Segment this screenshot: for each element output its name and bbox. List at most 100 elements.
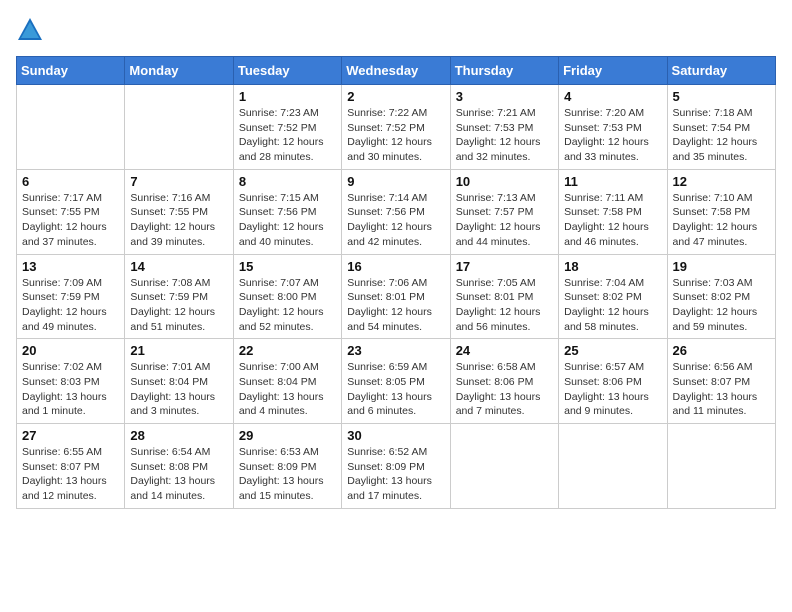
calendar-day-cell bbox=[559, 424, 667, 509]
calendar-day-cell: 27 Sunrise: 6:55 AM Sunset: 8:07 PM Dayli… bbox=[17, 424, 125, 509]
calendar-day-cell: 6 Sunrise: 7:17 AM Sunset: 7:55 PM Daylig… bbox=[17, 169, 125, 254]
day-info: Sunrise: 7:10 AM Sunset: 7:58 PM Dayligh… bbox=[673, 191, 770, 250]
calendar-day-cell: 16 Sunrise: 7:06 AM Sunset: 8:01 PM Dayli… bbox=[342, 254, 450, 339]
day-number: 1 bbox=[239, 89, 336, 104]
day-info: Sunrise: 6:58 AM Sunset: 8:06 PM Dayligh… bbox=[456, 360, 553, 419]
day-info: Sunrise: 7:06 AM Sunset: 8:01 PM Dayligh… bbox=[347, 276, 444, 335]
day-number: 16 bbox=[347, 259, 444, 274]
calendar-header-row: SundayMondayTuesdayWednesdayThursdayFrid… bbox=[17, 57, 776, 85]
day-info: Sunrise: 7:07 AM Sunset: 8:00 PM Dayligh… bbox=[239, 276, 336, 335]
calendar-day-header: Monday bbox=[125, 57, 233, 85]
calendar-day-cell: 24 Sunrise: 6:58 AM Sunset: 8:06 PM Dayli… bbox=[450, 339, 558, 424]
day-number: 4 bbox=[564, 89, 661, 104]
calendar-day-cell bbox=[125, 85, 233, 170]
day-info: Sunrise: 7:11 AM Sunset: 7:58 PM Dayligh… bbox=[564, 191, 661, 250]
logo bbox=[16, 16, 48, 44]
calendar-day-cell: 8 Sunrise: 7:15 AM Sunset: 7:56 PM Daylig… bbox=[233, 169, 341, 254]
day-number: 26 bbox=[673, 343, 770, 358]
day-number: 22 bbox=[239, 343, 336, 358]
calendar-day-header: Thursday bbox=[450, 57, 558, 85]
day-number: 6 bbox=[22, 174, 119, 189]
calendar-day-cell: 29 Sunrise: 6:53 AM Sunset: 8:09 PM Dayli… bbox=[233, 424, 341, 509]
calendar-day-cell: 28 Sunrise: 6:54 AM Sunset: 8:08 PM Dayli… bbox=[125, 424, 233, 509]
day-number: 25 bbox=[564, 343, 661, 358]
calendar-day-cell: 10 Sunrise: 7:13 AM Sunset: 7:57 PM Dayli… bbox=[450, 169, 558, 254]
calendar-day-cell bbox=[667, 424, 775, 509]
calendar-day-cell: 19 Sunrise: 7:03 AM Sunset: 8:02 PM Dayli… bbox=[667, 254, 775, 339]
day-info: Sunrise: 6:55 AM Sunset: 8:07 PM Dayligh… bbox=[22, 445, 119, 504]
day-info: Sunrise: 7:03 AM Sunset: 8:02 PM Dayligh… bbox=[673, 276, 770, 335]
day-info: Sunrise: 7:21 AM Sunset: 7:53 PM Dayligh… bbox=[456, 106, 553, 165]
calendar-day-cell: 11Sunrise: 7:11 AM Sunset: 7:58 PM Dayli… bbox=[559, 169, 667, 254]
calendar-day-cell: 14Sunrise: 7:08 AM Sunset: 7:59 PM Dayli… bbox=[125, 254, 233, 339]
calendar-day-cell: 3 Sunrise: 7:21 AM Sunset: 7:53 PM Daylig… bbox=[450, 85, 558, 170]
day-info: Sunrise: 7:00 AM Sunset: 8:04 PM Dayligh… bbox=[239, 360, 336, 419]
calendar-day-cell: 25 Sunrise: 6:57 AM Sunset: 8:06 PM Dayli… bbox=[559, 339, 667, 424]
calendar-day-cell: 2 Sunrise: 7:22 AM Sunset: 7:52 PM Daylig… bbox=[342, 85, 450, 170]
day-info: Sunrise: 7:09 AM Sunset: 7:59 PM Dayligh… bbox=[22, 276, 119, 335]
calendar-day-cell bbox=[450, 424, 558, 509]
calendar-week-row: 6 Sunrise: 7:17 AM Sunset: 7:55 PM Daylig… bbox=[17, 169, 776, 254]
day-info: Sunrise: 6:57 AM Sunset: 8:06 PM Dayligh… bbox=[564, 360, 661, 419]
day-number: 12 bbox=[673, 174, 770, 189]
day-info: Sunrise: 7:02 AM Sunset: 8:03 PM Dayligh… bbox=[22, 360, 119, 419]
day-info: Sunrise: 7:17 AM Sunset: 7:55 PM Dayligh… bbox=[22, 191, 119, 250]
day-number: 27 bbox=[22, 428, 119, 443]
calendar-day-cell: 21Sunrise: 7:01 AM Sunset: 8:04 PM Dayli… bbox=[125, 339, 233, 424]
day-number: 10 bbox=[456, 174, 553, 189]
calendar-day-cell: 17 Sunrise: 7:05 AM Sunset: 8:01 PM Dayli… bbox=[450, 254, 558, 339]
day-number: 20 bbox=[22, 343, 119, 358]
calendar-day-header: Sunday bbox=[17, 57, 125, 85]
day-number: 30 bbox=[347, 428, 444, 443]
calendar-day-header: Tuesday bbox=[233, 57, 341, 85]
day-number: 2 bbox=[347, 89, 444, 104]
day-info: Sunrise: 7:13 AM Sunset: 7:57 PM Dayligh… bbox=[456, 191, 553, 250]
day-number: 29 bbox=[239, 428, 336, 443]
calendar-day-cell: 23 Sunrise: 6:59 AM Sunset: 8:05 PM Dayli… bbox=[342, 339, 450, 424]
day-number: 15 bbox=[239, 259, 336, 274]
calendar-day-cell: 30Sunrise: 6:52 AM Sunset: 8:09 PM Dayli… bbox=[342, 424, 450, 509]
day-info: Sunrise: 7:05 AM Sunset: 8:01 PM Dayligh… bbox=[456, 276, 553, 335]
logo-icon bbox=[16, 16, 44, 44]
calendar-day-cell: 18 Sunrise: 7:04 AM Sunset: 8:02 PM Dayli… bbox=[559, 254, 667, 339]
calendar-day-cell: 26Sunrise: 6:56 AM Sunset: 8:07 PM Dayli… bbox=[667, 339, 775, 424]
day-number: 17 bbox=[456, 259, 553, 274]
day-number: 3 bbox=[456, 89, 553, 104]
day-info: Sunrise: 7:15 AM Sunset: 7:56 PM Dayligh… bbox=[239, 191, 336, 250]
day-number: 21 bbox=[130, 343, 227, 358]
day-number: 13 bbox=[22, 259, 119, 274]
day-info: Sunrise: 6:54 AM Sunset: 8:08 PM Dayligh… bbox=[130, 445, 227, 504]
calendar-week-row: 27 Sunrise: 6:55 AM Sunset: 8:07 PM Dayli… bbox=[17, 424, 776, 509]
calendar-day-cell: 5 Sunrise: 7:18 AM Sunset: 7:54 PM Daylig… bbox=[667, 85, 775, 170]
day-number: 7 bbox=[130, 174, 227, 189]
day-number: 18 bbox=[564, 259, 661, 274]
day-number: 8 bbox=[239, 174, 336, 189]
calendar-week-row: 20 Sunrise: 7:02 AM Sunset: 8:03 PM Dayli… bbox=[17, 339, 776, 424]
calendar-day-cell: 22 Sunrise: 7:00 AM Sunset: 8:04 PM Dayli… bbox=[233, 339, 341, 424]
calendar-week-row: 1 Sunrise: 7:23 AM Sunset: 7:52 PM Daylig… bbox=[17, 85, 776, 170]
day-number: 9 bbox=[347, 174, 444, 189]
page-header bbox=[16, 16, 776, 44]
day-info: Sunrise: 7:18 AM Sunset: 7:54 PM Dayligh… bbox=[673, 106, 770, 165]
calendar-day-cell: 1 Sunrise: 7:23 AM Sunset: 7:52 PM Daylig… bbox=[233, 85, 341, 170]
calendar-day-cell: 9 Sunrise: 7:14 AM Sunset: 7:56 PM Daylig… bbox=[342, 169, 450, 254]
calendar-day-cell: 20 Sunrise: 7:02 AM Sunset: 8:03 PM Dayli… bbox=[17, 339, 125, 424]
day-info: Sunrise: 6:59 AM Sunset: 8:05 PM Dayligh… bbox=[347, 360, 444, 419]
day-info: Sunrise: 7:14 AM Sunset: 7:56 PM Dayligh… bbox=[347, 191, 444, 250]
calendar-day-cell: 12 Sunrise: 7:10 AM Sunset: 7:58 PM Dayli… bbox=[667, 169, 775, 254]
calendar-table: SundayMondayTuesdayWednesdayThursdayFrid… bbox=[16, 56, 776, 509]
day-number: 24 bbox=[456, 343, 553, 358]
day-number: 5 bbox=[673, 89, 770, 104]
day-number: 28 bbox=[130, 428, 227, 443]
calendar-day-cell: 15 Sunrise: 7:07 AM Sunset: 8:00 PM Dayli… bbox=[233, 254, 341, 339]
calendar-day-cell: 13 Sunrise: 7:09 AM Sunset: 7:59 PM Dayli… bbox=[17, 254, 125, 339]
day-number: 23 bbox=[347, 343, 444, 358]
day-info: Sunrise: 7:22 AM Sunset: 7:52 PM Dayligh… bbox=[347, 106, 444, 165]
day-number: 19 bbox=[673, 259, 770, 274]
day-info: Sunrise: 7:04 AM Sunset: 8:02 PM Dayligh… bbox=[564, 276, 661, 335]
day-info: Sunrise: 7:08 AM Sunset: 7:59 PM Dayligh… bbox=[130, 276, 227, 335]
day-info: Sunrise: 7:23 AM Sunset: 7:52 PM Dayligh… bbox=[239, 106, 336, 165]
calendar-week-row: 13 Sunrise: 7:09 AM Sunset: 7:59 PM Dayli… bbox=[17, 254, 776, 339]
calendar-day-header: Saturday bbox=[667, 57, 775, 85]
day-info: Sunrise: 6:53 AM Sunset: 8:09 PM Dayligh… bbox=[239, 445, 336, 504]
